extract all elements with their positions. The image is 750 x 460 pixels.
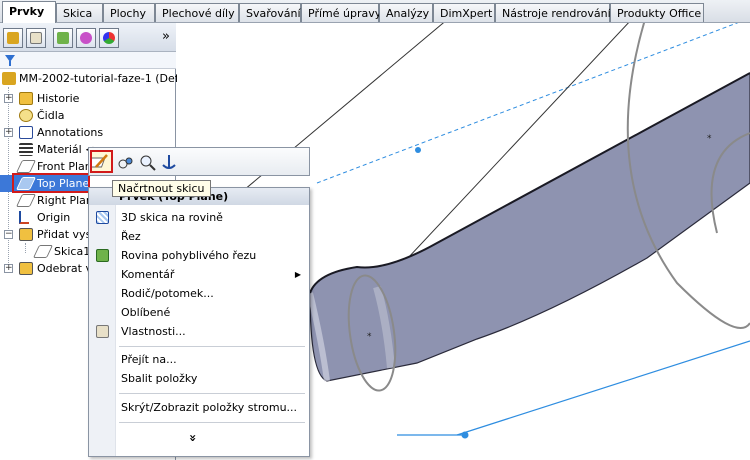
properties-icon <box>96 325 109 338</box>
expand-minus-icon[interactable]: − <box>4 230 13 239</box>
tab-skica[interactable]: Skica <box>56 3 103 22</box>
origin-icon <box>19 211 29 224</box>
tooltip: Načrtnout skicu <box>112 180 211 197</box>
menu-item-3d-sketch[interactable]: 3D skica na rovině <box>89 208 309 227</box>
tab-plochy[interactable]: Plochy <box>103 3 155 22</box>
sketch-icon <box>87 154 108 168</box>
menu-item-oblibene[interactable]: Oblíbené <box>89 303 309 322</box>
zoom-to-selection-button[interactable] <box>138 153 161 176</box>
part-body <box>309 72 750 382</box>
menu-item-label: Řez <box>121 230 141 243</box>
point-marker: * <box>367 332 372 342</box>
tree-root-label: MM-2002-tutorial-faze-1 (Defa <box>19 72 186 85</box>
tab-nastroje-rendrovani[interactable]: Nástroje rendrování <box>495 3 611 22</box>
expand-plus-icon[interactable]: + <box>4 94 13 103</box>
tree-item-label: Přidat vys <box>37 228 92 241</box>
menu-item-label: Sbalit položky <box>121 372 198 385</box>
3d-sketch-icon <box>96 211 109 224</box>
tab-prime-upravy[interactable]: Přímé úpravy <box>301 3 381 22</box>
tree-item-label: Čidla <box>37 109 65 122</box>
extrude-icon <box>19 228 33 241</box>
normal-to-icon <box>162 155 176 169</box>
menu-more-chevron-icon[interactable]: » <box>186 434 200 442</box>
point-marker: * <box>707 134 712 144</box>
expand-plus-icon[interactable]: + <box>4 264 13 273</box>
filter-row <box>0 52 176 69</box>
history-icon <box>19 92 33 105</box>
dashed-line-handle <box>415 147 421 153</box>
menu-item-label: Rodič/potomek... <box>121 287 214 300</box>
tree-item-label: Historie <box>37 92 80 105</box>
menu-item-vlastnosti[interactable]: Vlastnosti... <box>89 322 309 341</box>
menu-item-skryt-zobrazit[interactable]: Skrýt/Zobrazit položky stromu... <box>89 398 309 417</box>
menu-item-label: Vlastnosti... <box>121 325 186 338</box>
tab-prvky[interactable]: Prvky <box>2 1 56 23</box>
display-manager-icon[interactable] <box>99 28 119 48</box>
sketch-button[interactable] <box>87 150 113 173</box>
zoom-to-selection-icon <box>140 155 156 171</box>
menu-item-rodic-potomek[interactable]: Rodič/potomek... <box>89 284 309 303</box>
sensor-icon <box>19 109 33 122</box>
cut-extrude-icon <box>19 262 33 275</box>
annotations-icon <box>19 126 33 139</box>
menu-item-komentar[interactable]: Komentář ▶ <box>89 265 309 284</box>
material-icon <box>19 143 33 156</box>
tab-dimxpert[interactable]: DimXpert <box>433 3 495 22</box>
top-plane-highlight <box>12 173 90 193</box>
menu-item-moving-section[interactable]: Rovina pohyblivého řezu <box>89 246 309 265</box>
tab-plechove-dily[interactable]: Plechové díly <box>155 3 239 22</box>
submenu-arrow-icon: ▶ <box>294 270 301 279</box>
menu-item-label: Komentář <box>121 268 175 281</box>
normal-to-button[interactable] <box>160 153 183 176</box>
menu-item-rez[interactable]: Řez <box>89 227 309 246</box>
panel-toolbar: » <box>0 23 176 52</box>
funnel-icon[interactable] <box>5 55 15 66</box>
tree-item-label: Odebrat v <box>37 262 92 275</box>
dimxpert-manager-icon[interactable] <box>76 28 96 48</box>
tree-guide-line <box>25 243 26 253</box>
tab-produkty-office[interactable]: Produkty Office <box>610 3 704 22</box>
menu-item-label: Oblíbené <box>121 306 171 319</box>
menu-item-sbalit-polozky[interactable]: Sbalit položky <box>89 369 309 388</box>
tree-item-label: Origin <box>37 211 71 224</box>
plane-icon <box>15 160 37 173</box>
menu-separator <box>119 393 305 394</box>
command-manager-tabs: Prvky Skica Plochy Plechové díly Svařová… <box>0 0 750 23</box>
context-toolbar <box>87 147 310 176</box>
moving-section-icon <box>96 249 109 262</box>
show-button[interactable] <box>116 153 139 176</box>
expand-plus-icon[interactable]: + <box>4 128 13 137</box>
menu-item-label: Rovina pohyblivého řezu <box>121 249 257 262</box>
plane-icon <box>15 194 37 207</box>
feature-manager-icon[interactable] <box>3 28 23 48</box>
tab-svarovani[interactable]: Svařování <box>239 3 301 22</box>
part-icon <box>2 72 16 85</box>
sketch-icon <box>32 245 54 258</box>
configuration-manager-icon[interactable] <box>53 28 73 48</box>
show-icon <box>118 157 133 169</box>
tab-analyzy[interactable]: Analýzy <box>379 3 433 22</box>
menu-item-label: 3D skica na rovině <box>121 211 223 224</box>
property-manager-icon[interactable] <box>26 28 46 48</box>
menu-separator <box>119 422 305 423</box>
tree-item-label: Annotations <box>37 126 104 139</box>
panel-expand-icon[interactable]: » <box>162 29 170 44</box>
context-menu: Prvek (Top Plane) 3D skica na rovině Řez… <box>88 187 310 457</box>
plane-handle <box>461 431 469 439</box>
menu-item-prejit-na[interactable]: Přejít na... <box>89 350 309 369</box>
menu-separator <box>119 346 305 347</box>
plane-edge <box>456 340 750 436</box>
tree-item-label: Skica1 <box>54 245 91 258</box>
menu-item-label: Přejít na... <box>121 353 177 366</box>
menu-item-label: Skrýt/Zobrazit položky stromu... <box>121 401 298 414</box>
tree-item-label: Right Plan <box>37 194 93 207</box>
